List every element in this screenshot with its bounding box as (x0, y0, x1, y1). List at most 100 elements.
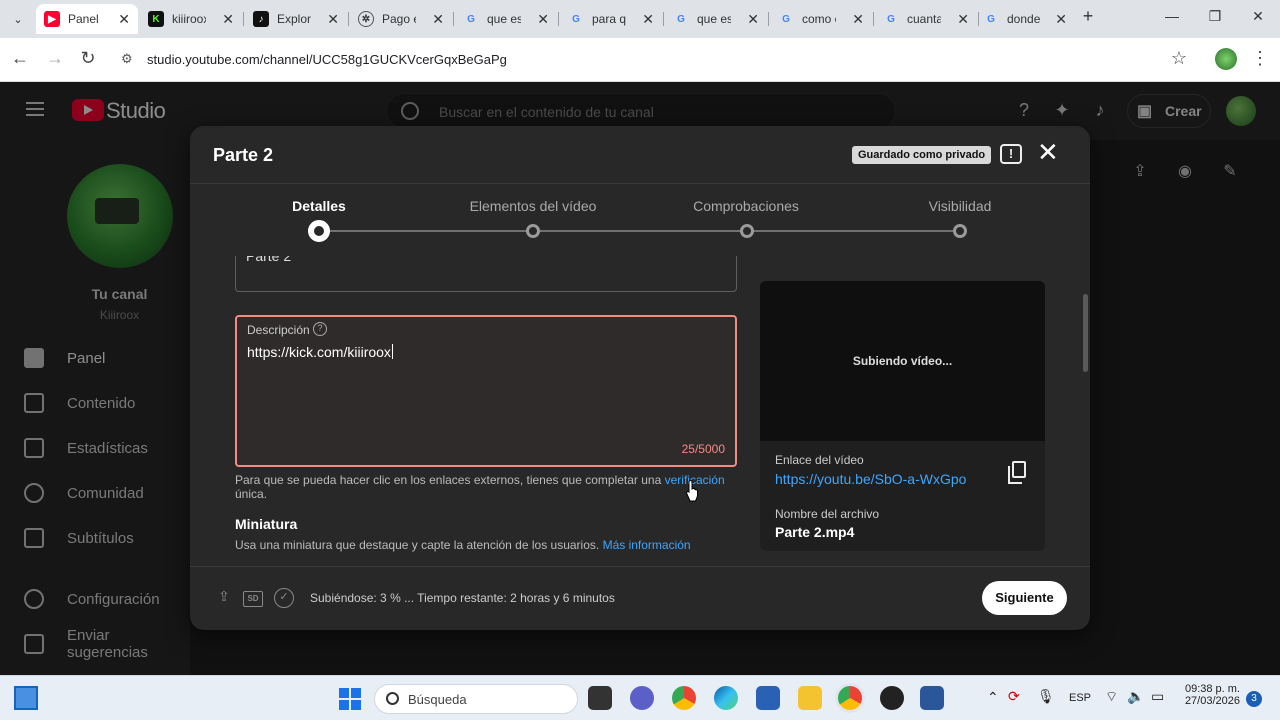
google-icon: G (677, 13, 685, 25)
close-tab-icon[interactable]: ✕ (537, 11, 549, 28)
tab-separator (453, 12, 454, 26)
new-tab-icon[interactable]: + (1073, 6, 1103, 27)
search-icon (386, 692, 399, 705)
microphone-icon[interactable]: 🎙 (1037, 688, 1055, 705)
tab-separator (873, 12, 874, 26)
taskbar-search-input[interactable]: Búsqueda (374, 684, 578, 714)
tab-google[interactable]: G que es ✕ (455, 4, 557, 34)
notification-count-badge[interactable]: 3 (1246, 691, 1262, 707)
site-info-icon[interactable]: ⚙ (121, 51, 133, 67)
edge-icon[interactable] (714, 686, 738, 710)
step-dot-details[interactable] (308, 220, 330, 242)
next-button[interactable]: Siguiente (982, 581, 1067, 615)
step-video-elements[interactable]: Elementos del vídeo (433, 198, 633, 214)
step-dot-video-elements[interactable] (526, 224, 540, 238)
close-tab-icon[interactable]: ✕ (747, 11, 759, 28)
checks-status-icon: ✓ (274, 588, 294, 608)
close-dialog-icon[interactable]: ✕ (1037, 139, 1059, 165)
tab-title: kiiiroox (172, 12, 206, 26)
teams-icon[interactable] (630, 686, 654, 710)
close-tab-icon[interactable]: ✕ (432, 11, 444, 28)
tab-tiktok[interactable]: ♪ Explora ✕ (245, 4, 347, 34)
tiktok-icon: ♪ (253, 11, 269, 27)
step-dot-visibility[interactable] (953, 224, 967, 238)
external-links-note: Para que se pueda hacer clic en los enla… (235, 473, 755, 501)
volume-icon[interactable]: 🔈 (1127, 688, 1144, 705)
tab-separator (768, 12, 769, 26)
battery-icon[interactable]: ▭ (1151, 688, 1164, 705)
tab-google[interactable]: G cuanta ✕ (875, 4, 977, 34)
report-issue-icon[interactable]: ! (1000, 144, 1022, 164)
tab-google[interactable]: G donde ✕ (975, 4, 1075, 34)
widgets-icon[interactable] (14, 686, 38, 710)
tab-openai[interactable]: ✲ Pago e ✕ (350, 4, 452, 34)
close-tab-icon[interactable]: ✕ (957, 11, 969, 28)
file-explorer-icon[interactable] (798, 686, 822, 710)
forward-icon[interactable]: → (43, 48, 67, 69)
step-checks[interactable]: Comprobaciones (646, 198, 846, 214)
youtube-studio-icon: ▶ (44, 11, 60, 27)
thumbnail-subtitle: Usa una miniatura que destaque y capte l… (235, 538, 603, 552)
tab-kick[interactable]: K kiiiroox ✕ (140, 4, 242, 34)
bookmark-star-icon[interactable]: ☆ (1167, 48, 1191, 69)
google-icon: G (572, 13, 580, 25)
security-tray-icon[interactable]: ⟳ (1008, 688, 1020, 705)
tab-google[interactable]: G para qu ✕ (560, 4, 662, 34)
tab-title: que es (487, 12, 521, 26)
chrome-icon[interactable] (672, 686, 696, 710)
wifi-icon[interactable]: ⌔ (1105, 688, 1118, 706)
upload-progress-icon: ⇪ (218, 588, 230, 604)
reload-icon[interactable]: ↻ (76, 48, 100, 69)
clock-date: 27/03/2026 (1184, 695, 1240, 707)
obs-icon[interactable] (880, 686, 904, 710)
chrome-profile-icon[interactable] (838, 686, 862, 710)
profile-avatar[interactable] (1215, 48, 1237, 70)
tab-separator (348, 12, 349, 26)
tab-title: Pago e (382, 12, 416, 26)
close-tab-icon[interactable]: ✕ (222, 11, 234, 28)
start-windows-icon[interactable] (339, 688, 361, 710)
tab-search-menu-icon[interactable]: ⌄ (6, 7, 30, 31)
close-tab-icon[interactable]: ✕ (1055, 11, 1067, 28)
close-tab-icon[interactable]: ✕ (118, 11, 130, 28)
address-bar: ← → ↻ ⚙ studio.youtube.com/channel/UCC58… (0, 38, 1280, 82)
thumbnail-description: Usa una miniatura que destaque y capte l… (235, 538, 691, 552)
tab-google[interactable]: G como c ✕ (770, 4, 872, 34)
hand-cursor-icon (686, 480, 698, 502)
step-dot-checks[interactable] (740, 224, 754, 238)
tab-youtube-studio[interactable]: ▶ Panel d ✕ (36, 4, 138, 34)
close-tab-icon[interactable]: ✕ (642, 11, 654, 28)
task-view-icon[interactable] (588, 686, 612, 710)
store-icon[interactable] (756, 686, 780, 710)
restore-icon[interactable]: ❐ (1200, 8, 1230, 25)
tab-title: donde (1007, 12, 1041, 26)
step-visibility[interactable]: Visibilidad (860, 198, 1060, 214)
help-circle-icon[interactable]: ? (313, 322, 327, 336)
video-link[interactable]: https://youtu.be/SbO-a-WxGpo (775, 471, 966, 487)
dialog-scrollbar[interactable] (1083, 294, 1088, 372)
close-tab-icon[interactable]: ✕ (327, 11, 339, 28)
stepper-line (319, 230, 960, 232)
tab-title: como c (802, 12, 836, 26)
more-info-link[interactable]: Más información (603, 538, 691, 552)
tray-chevron-icon[interactable]: ⌃ (987, 689, 999, 706)
clock[interactable]: 09:38 p. m. 27/03/2026 (1180, 683, 1240, 707)
step-details[interactable]: Detalles (219, 198, 419, 214)
video-link-label: Enlace del vídeo (775, 453, 864, 467)
word-icon[interactable] (920, 686, 944, 710)
google-icon: G (987, 13, 995, 25)
browser-menu-icon[interactable]: ⋮ (1248, 48, 1272, 69)
video-preview-card: Subiendo vídeo... Enlace del vídeo https… (760, 281, 1045, 551)
description-textarea[interactable]: Descripción ? https://kick.com/kiiiroox … (235, 315, 737, 467)
language-indicator[interactable]: ESP (1069, 692, 1091, 704)
video-preview-player[interactable]: Subiendo vídeo... (760, 281, 1045, 441)
back-icon[interactable]: ← (8, 48, 32, 69)
tab-google[interactable]: G que es ✕ (665, 4, 767, 34)
title-field[interactable]: Parte 2 (235, 256, 737, 292)
minimize-icon[interactable]: — (1157, 8, 1187, 24)
close-tab-icon[interactable]: ✕ (852, 11, 864, 28)
copy-icon[interactable] (1008, 461, 1026, 484)
close-window-icon[interactable]: ✕ (1243, 8, 1273, 25)
url-field[interactable]: studio.youtube.com/channel/UCC58g1GUCKVc… (147, 52, 507, 67)
kick-icon: K (148, 11, 164, 27)
